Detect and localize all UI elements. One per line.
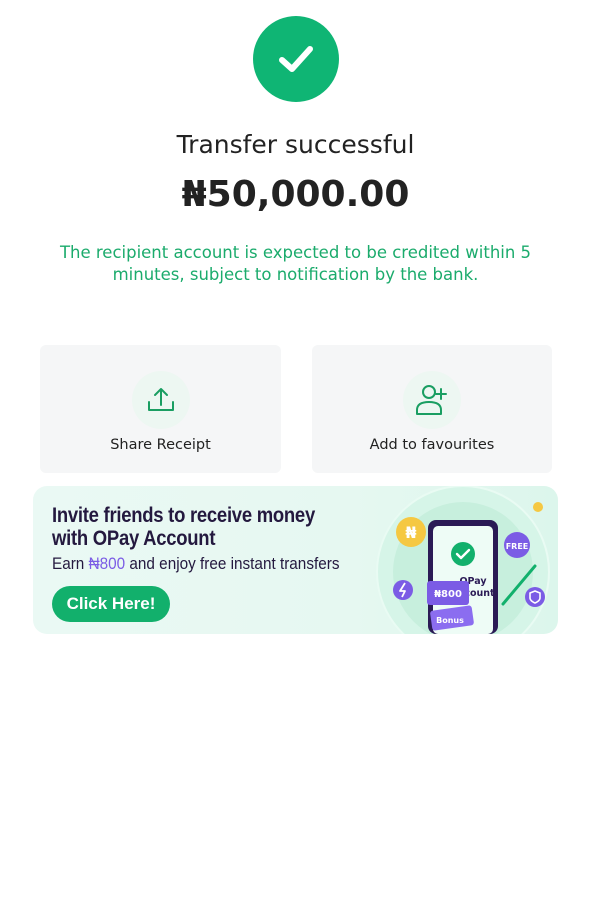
share-receipt-button[interactable]: Share Receipt <box>40 345 281 473</box>
free-badge: FREE <box>506 542 529 551</box>
banner-subtitle: Earn ₦800 and enjoy free instant transfe… <box>52 554 340 573</box>
add-user-icon <box>403 371 461 429</box>
add-to-favourites-label: Add to favourites <box>369 437 495 453</box>
coin-symbol: ₦ <box>405 523 416 542</box>
ticket-amount: ₦800 <box>434 589 462 600</box>
promo-illustration: ₦ OPay Account ₦800 Bonus FREE <box>376 486 550 634</box>
share-icon <box>131 371 190 429</box>
reward-amount: ₦800 <box>88 554 126 573</box>
add-to-favourites-button[interactable]: Add to favourites <box>312 345 552 473</box>
click-here-button[interactable]: Click Here! <box>52 586 170 622</box>
status-note: The recipient account is expected to be … <box>59 243 532 284</box>
transfer-amount: ₦50,000.00 <box>181 174 410 215</box>
banner-heading: Invite friends to receive money with OPa… <box>52 504 315 550</box>
invite-friends-banner[interactable]: Invite friends to receive money with OPa… <box>33 486 558 634</box>
status-title: Transfer successful <box>176 130 415 159</box>
ticket-bonus-label: Bonus <box>436 616 464 625</box>
share-receipt-label: Share Receipt <box>110 437 211 453</box>
success-check-icon <box>253 16 339 102</box>
